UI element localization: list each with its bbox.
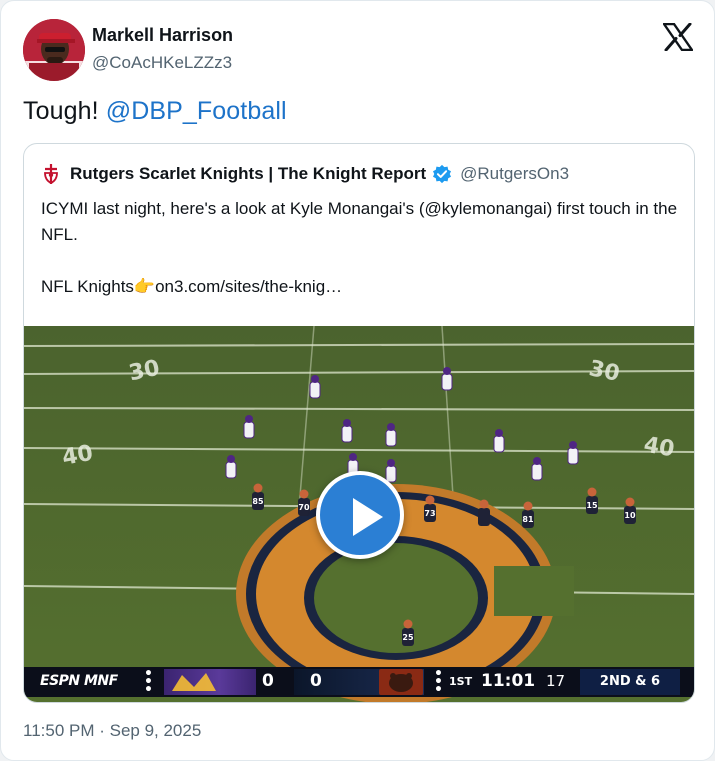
quoted-text: ICYMI last night, here's a look at Kyle … [41, 196, 681, 300]
rutgers-shield-icon [44, 164, 58, 185]
network-label: ESPN MNF [40, 673, 118, 689]
home-team-logo [379, 669, 423, 695]
author-handle[interactable]: @CoAcHKeLZZz3 [92, 53, 232, 73]
away-score: 0 [262, 671, 274, 691]
separator-dots: • • • [434, 666, 443, 698]
jersey-number: 25 [402, 633, 414, 642]
down-distance: 2ND & 6 [580, 669, 680, 695]
quarter-label: 1ST [449, 675, 473, 688]
tweet-body: Tough! [23, 97, 99, 125]
home-score: 0 [310, 671, 322, 691]
quoted-text-line: ICYMI last night, here's a look at Kyle … [41, 199, 678, 244]
jersey-number: 85 [252, 497, 264, 506]
separator-dots: • • • [144, 666, 153, 698]
jersey-number: 81 [522, 515, 534, 524]
jersey-number: 73 [424, 509, 435, 518]
tweet-text: Tough! @DBP_Football [23, 97, 287, 126]
avatar[interactable] [23, 19, 85, 81]
quoted-tweet[interactable]: Rutgers Scarlet Knights | The Knight Rep… [23, 143, 695, 703]
author-name[interactable]: Markell Harrison [92, 25, 233, 46]
jersey-number: 70 [298, 503, 310, 512]
mention-link[interactable]: @DBP_Football [106, 97, 287, 125]
quoted-author-handle[interactable]: @RutgersOn3 [460, 164, 569, 184]
jersey-number: 15 [586, 501, 598, 510]
quoted-author-name[interactable]: Rutgers Scarlet Knights | The Knight Rep… [70, 164, 426, 184]
scoreboard: ESPN MNF • • • 0 0 • • • 1ST 11:01 17 2ND & … [24, 666, 694, 698]
video-player[interactable]: 30 30 40 40 85 70 73 81 15 10 25 ESPN MN… [24, 326, 694, 702]
field-number: 40 [642, 433, 677, 463]
tweet-timestamp[interactable]: 11:50 PM · Sep 9, 2025 [23, 721, 201, 741]
x-logo-icon[interactable] [662, 22, 694, 52]
quoted-header: Rutgers Scarlet Knights | The Knight Rep… [41, 162, 569, 186]
jersey-number: 10 [624, 511, 636, 520]
quoted-link-line[interactable]: NFL Knights👉on3.com/sites/the-knig… [41, 274, 681, 300]
verified-badge-icon [433, 164, 452, 184]
game-clock: 11:01 [481, 671, 536, 691]
play-button[interactable] [316, 471, 404, 559]
field-number: 40 [60, 441, 95, 471]
tweet-card: Markell Harrison @CoAcHKeLZZz3 Tough! @D… [0, 0, 715, 761]
play-clock: 17 [546, 672, 566, 690]
play-icon [353, 498, 383, 536]
away-team-logo [164, 669, 256, 695]
